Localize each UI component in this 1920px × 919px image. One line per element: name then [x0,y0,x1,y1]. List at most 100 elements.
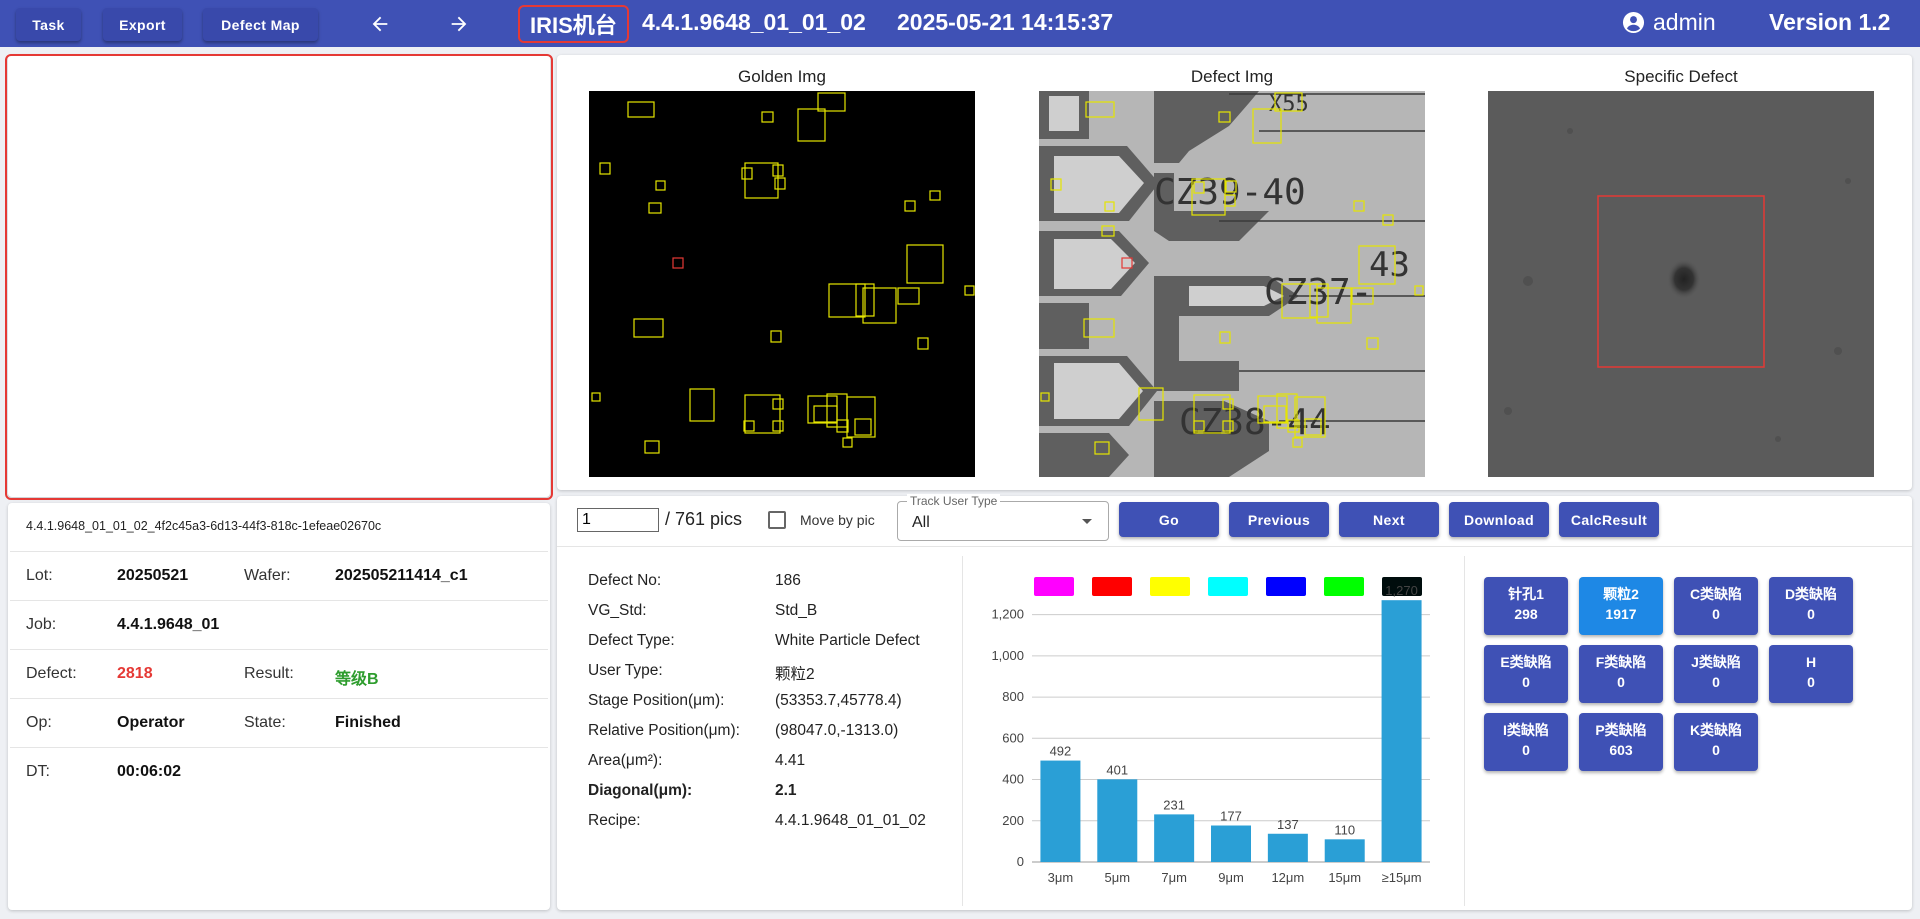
wafer-label: Wafer: [244,567,291,584]
x-tick-label: 5μm [1105,870,1131,885]
state-value: Finished [335,714,401,731]
category-tile[interactable]: I类缺陷 0 [1484,713,1568,771]
golden-image[interactable] [589,91,975,477]
machine-name: IRIS机台 [518,5,629,43]
bar-value-label: 177 [1220,809,1242,824]
legend-swatch [1324,577,1364,596]
category-name: E类缺陷 [1500,654,1552,670]
y-tick-label: 1,000 [991,648,1024,663]
category-tile[interactable]: P类缺陷 603 [1579,713,1663,771]
defect-type-value: White Particle Defect [775,632,920,649]
bar [1324,839,1365,862]
move-by-pic-label: Move by pic [800,512,875,528]
relative-position-label: Relative Position(μm): [588,722,740,739]
bar [1267,833,1308,862]
defect-count: 2818 [117,665,153,682]
golden-img-title: Golden Img [738,67,826,86]
category-tile[interactable]: K类缺陷 0 [1674,713,1758,771]
result-value: 等级B [335,671,379,688]
relative-position-value: (98047.0,-1313.0) [775,722,899,739]
download-button[interactable]: Download [1449,502,1549,537]
area-value: 4.41 [775,752,806,769]
specific-defect-title: Specific Defect [1624,67,1738,86]
forward-arrow-icon[interactable] [441,9,477,39]
defect-label: Defect: [26,665,77,682]
category-name: F类缺陷 [1595,654,1647,670]
bar-value-label: 137 [1277,817,1299,832]
category-name: P类缺陷 [1595,722,1647,738]
next-button[interactable]: Next [1339,502,1439,537]
move-by-pic-checkbox[interactable] [768,511,786,529]
user-type-label: User Type: [588,662,663,679]
wafer-value: 202505211414_c1 [335,567,468,584]
category-name: K类缺陷 [1689,722,1743,738]
info-row-defect: Defect: 2818 Result: 等级B [10,649,548,698]
legend-swatch [1034,577,1074,596]
go-button[interactable]: Go [1119,502,1219,537]
legend-swatch [1208,577,1248,596]
stage-position-label: Stage Position(μm): [588,692,725,709]
page-total: / 761 pics [665,509,743,529]
x-tick-label: ≥15μm [1382,870,1422,885]
category-tile[interactable]: C类缺陷 0 [1674,577,1758,635]
diagonal-label: Diagonal(μm): [588,782,693,799]
dt-label: DT: [26,763,50,780]
category-tile[interactable]: 颗粒2 1917 [1579,577,1663,635]
defect-map-button[interactable]: Defect Map [203,8,318,41]
track-user-type-value: All [912,514,930,531]
category-count: 0 [1522,742,1530,758]
defect-img-label-row2: CZ37- [1264,272,1372,313]
divider [557,546,1912,547]
y-tick-label: 1,200 [991,607,1024,622]
category-tile[interactable]: D类缺陷 0 [1769,577,1853,635]
job-value: 4.4.1.9648_01 [117,616,220,633]
category-tile[interactable]: J类缺陷 0 [1674,645,1758,703]
category-count: 298 [1514,606,1538,622]
state-label: State: [244,714,286,731]
stage-position-value: (53353.7,45778.4) [775,692,902,709]
defect-type-label: Defect Type: [588,632,675,649]
category-tile[interactable]: 针孔1 298 [1484,577,1568,635]
vg-std-value: Std_B [775,602,818,619]
user-type-value: 颗粒2 [775,666,815,683]
wafer-map-selection-outline [5,54,553,500]
legend-swatch [1150,577,1190,596]
x-tick-label: 7μm [1161,870,1187,885]
divider [1464,556,1465,906]
x-tick-label: 9μm [1218,870,1244,885]
op-value: Operator [117,714,185,731]
category-name: 颗粒2 [1603,586,1639,602]
previous-button[interactable]: Previous [1229,502,1329,537]
calc-result-button[interactable]: CalcResult [1559,502,1659,537]
defect-img-label-badge: 43 [1369,245,1410,285]
bar-value-label: 492 [1050,744,1072,759]
category-tile[interactable]: E类缺陷 0 [1484,645,1568,703]
bar [1097,779,1138,862]
lot-value: 20250521 [117,567,189,584]
back-arrow-icon[interactable] [362,9,398,39]
category-name: I类缺陷 [1503,722,1549,738]
category-name: C类缺陷 [1689,586,1743,602]
export-button[interactable]: Export [103,8,182,41]
category-count: 0 [1807,606,1815,622]
category-tile[interactable]: F类缺陷 0 [1579,645,1663,703]
account-circle-icon [1622,11,1645,34]
task-button[interactable]: Task [16,8,81,41]
legend-swatch [1092,577,1132,596]
bar-value-label: 110 [1334,822,1355,837]
defect-no-value: 186 [775,572,801,589]
category-name: H [1805,654,1817,670]
x-tick-label: 12μm [1271,870,1304,885]
page-number-input[interactable] [577,508,659,532]
bar [1154,814,1195,862]
recipe-title: 4.4.1.9648_01_01_02 [642,9,866,35]
legend-swatch [1266,577,1306,596]
defect-image[interactable]: CZ39-40 X55 43 CZ37- CZ38-44 [1039,91,1425,477]
bar-value-label: 231 [1163,797,1185,812]
defect-uuid: 4.4.1.9648_01_01_02_4f2c45a3-6d13-44f3-8… [26,519,382,533]
specific-defect-image[interactable] [1488,91,1874,477]
user-menu[interactable]: admin [1622,9,1716,36]
diagonal-value: 2.1 [775,782,797,799]
category-tile[interactable]: H0 [1769,645,1853,703]
bar-value-label: 401 [1106,762,1128,777]
